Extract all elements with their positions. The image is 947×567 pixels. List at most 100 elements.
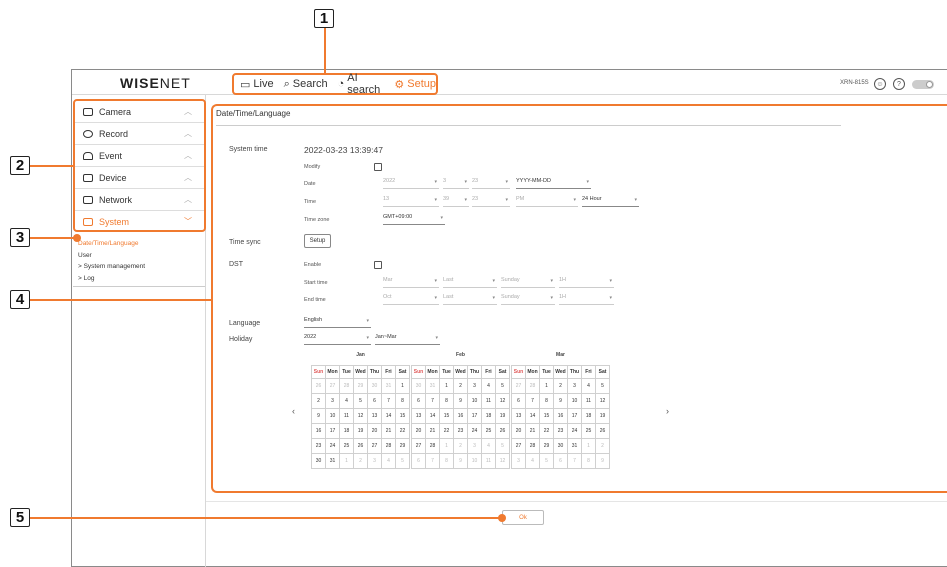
- calendar-day[interactable]: 7: [525, 393, 540, 409]
- calendar-day[interactable]: 2: [311, 393, 326, 409]
- user-icon[interactable]: ☺: [874, 78, 886, 90]
- calendar-day[interactable]: 6: [367, 393, 382, 409]
- calendar-day[interactable]: 20: [411, 423, 426, 439]
- holiday-year-select[interactable]: 2022 ▾: [304, 334, 371, 345]
- calendar-day[interactable]: 30: [411, 378, 426, 394]
- calendar-day[interactable]: 28: [425, 438, 440, 454]
- calendar-day[interactable]: 29: [353, 378, 368, 394]
- calendar-day[interactable]: 27: [511, 378, 526, 394]
- calendar-day[interactable]: 2: [553, 378, 568, 394]
- calendar-day[interactable]: 10: [467, 393, 482, 409]
- calendar-day[interactable]: 2: [453, 378, 468, 394]
- nav-live[interactable]: ▭ Live: [240, 78, 274, 91]
- calendar-day[interactable]: 12: [495, 453, 510, 469]
- calendar-day[interactable]: 3: [467, 438, 482, 454]
- calendar-day[interactable]: 1: [339, 453, 354, 469]
- calendar-day[interactable]: 21: [381, 423, 396, 439]
- calendar-day[interactable]: 9: [453, 453, 468, 469]
- dst-end-day[interactable]: Sunday ▾: [501, 294, 555, 305]
- calendar-day[interactable]: 19: [595, 408, 610, 424]
- time-hour-select[interactable]: 13 ▾: [383, 196, 439, 207]
- calendar-day[interactable]: 18: [581, 408, 596, 424]
- nav-ai-search[interactable]: ◔ AI search: [338, 72, 385, 96]
- calendar-day[interactable]: 12: [353, 408, 368, 424]
- calendar-day[interactable]: 11: [481, 453, 496, 469]
- calendar-prev-button[interactable]: ‹: [292, 406, 295, 416]
- calendar-day[interactable]: 23: [453, 423, 468, 439]
- calendar-day[interactable]: 11: [481, 393, 496, 409]
- calendar-day[interactable]: 8: [581, 453, 596, 469]
- submenu-log[interactable]: > Log: [78, 273, 145, 285]
- calendar-day[interactable]: 15: [539, 408, 554, 424]
- nav-setup[interactable]: ⚙ Setup: [394, 78, 436, 91]
- calendar-day[interactable]: 4: [581, 378, 596, 394]
- help-icon[interactable]: ?: [893, 78, 905, 90]
- calendar-day[interactable]: 30: [311, 453, 326, 469]
- calendar-day[interactable]: 3: [467, 378, 482, 394]
- submenu-system-management[interactable]: > System management: [78, 261, 145, 273]
- calendar-day[interactable]: 10: [325, 408, 340, 424]
- calendar-day[interactable]: 7: [567, 453, 582, 469]
- calendar-day[interactable]: 12: [495, 393, 510, 409]
- date-month-select[interactable]: 3 ▾: [443, 178, 469, 189]
- dst-end-month[interactable]: Oct ▾: [383, 294, 439, 305]
- calendar-day[interactable]: 23: [311, 438, 326, 454]
- calendar-day[interactable]: 31: [425, 378, 440, 394]
- calendar-day[interactable]: 22: [539, 423, 554, 439]
- calendar-day[interactable]: 29: [539, 438, 554, 454]
- menu-network[interactable]: Network ︿: [75, 189, 204, 211]
- time-ampm-select[interactable]: PM ▾: [516, 196, 578, 207]
- calendar-day[interactable]: 18: [481, 408, 496, 424]
- calendar-day[interactable]: 3: [325, 393, 340, 409]
- dst-end-week[interactable]: Last ▾: [443, 294, 497, 305]
- calendar-day[interactable]: 8: [539, 393, 554, 409]
- calendar-day[interactable]: 8: [439, 453, 454, 469]
- calendar-day[interactable]: 12: [595, 393, 610, 409]
- language-select[interactable]: English ▾: [304, 317, 371, 328]
- calendar-day[interactable]: 5: [495, 438, 510, 454]
- calendar-day[interactable]: 27: [325, 378, 340, 394]
- calendar-day[interactable]: 6: [411, 453, 426, 469]
- calendar-day[interactable]: 22: [439, 423, 454, 439]
- calendar-day[interactable]: 4: [481, 438, 496, 454]
- calendar-day[interactable]: 18: [339, 423, 354, 439]
- dst-start-month[interactable]: Mar ▾: [383, 277, 439, 288]
- calendar-day[interactable]: 7: [425, 453, 440, 469]
- theme-toggle[interactable]: [912, 80, 934, 89]
- calendar-day[interactable]: 26: [353, 438, 368, 454]
- calendar-day[interactable]: 9: [453, 393, 468, 409]
- time-second-select[interactable]: 23 ▾: [472, 196, 510, 207]
- menu-camera[interactable]: Camera ︿: [75, 101, 204, 123]
- calendar-day[interactable]: 17: [325, 423, 340, 439]
- time-sync-setup-button[interactable]: Setup: [304, 234, 331, 248]
- holiday-range-select[interactable]: Jan~Mar ▾: [375, 334, 440, 345]
- calendar-day[interactable]: 21: [525, 423, 540, 439]
- calendar-day[interactable]: 8: [439, 393, 454, 409]
- calendar-day[interactable]: 26: [495, 423, 510, 439]
- calendar-day[interactable]: 20: [367, 423, 382, 439]
- calendar-day[interactable]: 13: [511, 408, 526, 424]
- submenu-user[interactable]: User: [78, 250, 145, 262]
- calendar-day[interactable]: 2: [353, 453, 368, 469]
- calendar-day[interactable]: 30: [553, 438, 568, 454]
- calendar-day[interactable]: 7: [381, 393, 396, 409]
- calendar-day[interactable]: 15: [439, 408, 454, 424]
- calendar-day[interactable]: 26: [311, 378, 326, 394]
- calendar-day[interactable]: 17: [467, 408, 482, 424]
- calendar-day[interactable]: 26: [595, 423, 610, 439]
- calendar-day[interactable]: 21: [425, 423, 440, 439]
- calendar-day[interactable]: 19: [353, 423, 368, 439]
- calendar-day[interactable]: 14: [425, 408, 440, 424]
- calendar-day[interactable]: 9: [553, 393, 568, 409]
- calendar-day[interactable]: 5: [395, 453, 410, 469]
- calendar-day[interactable]: 11: [339, 408, 354, 424]
- menu-event[interactable]: Event ︿: [75, 145, 204, 167]
- date-format-select[interactable]: YYYY-MM-DD ▾: [516, 178, 591, 189]
- calendar-day[interactable]: 17: [567, 408, 582, 424]
- calendar-day[interactable]: 6: [411, 393, 426, 409]
- calendar-day[interactable]: 4: [481, 378, 496, 394]
- calendar-day[interactable]: 5: [353, 393, 368, 409]
- calendar-day[interactable]: 16: [553, 408, 568, 424]
- dst-start-day[interactable]: Sunday ▾: [501, 277, 555, 288]
- calendar-day[interactable]: 4: [381, 453, 396, 469]
